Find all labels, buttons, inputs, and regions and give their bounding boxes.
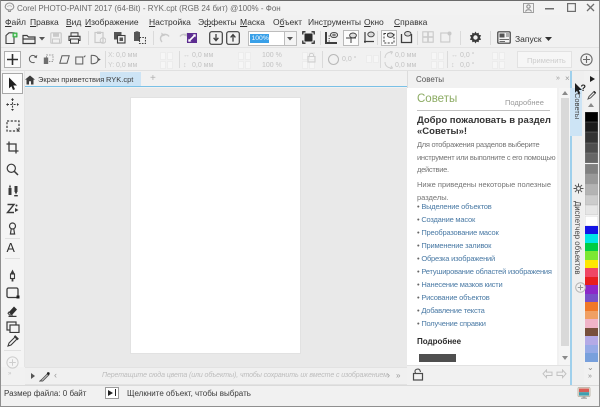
svg-text:?: ?	[581, 83, 587, 93]
